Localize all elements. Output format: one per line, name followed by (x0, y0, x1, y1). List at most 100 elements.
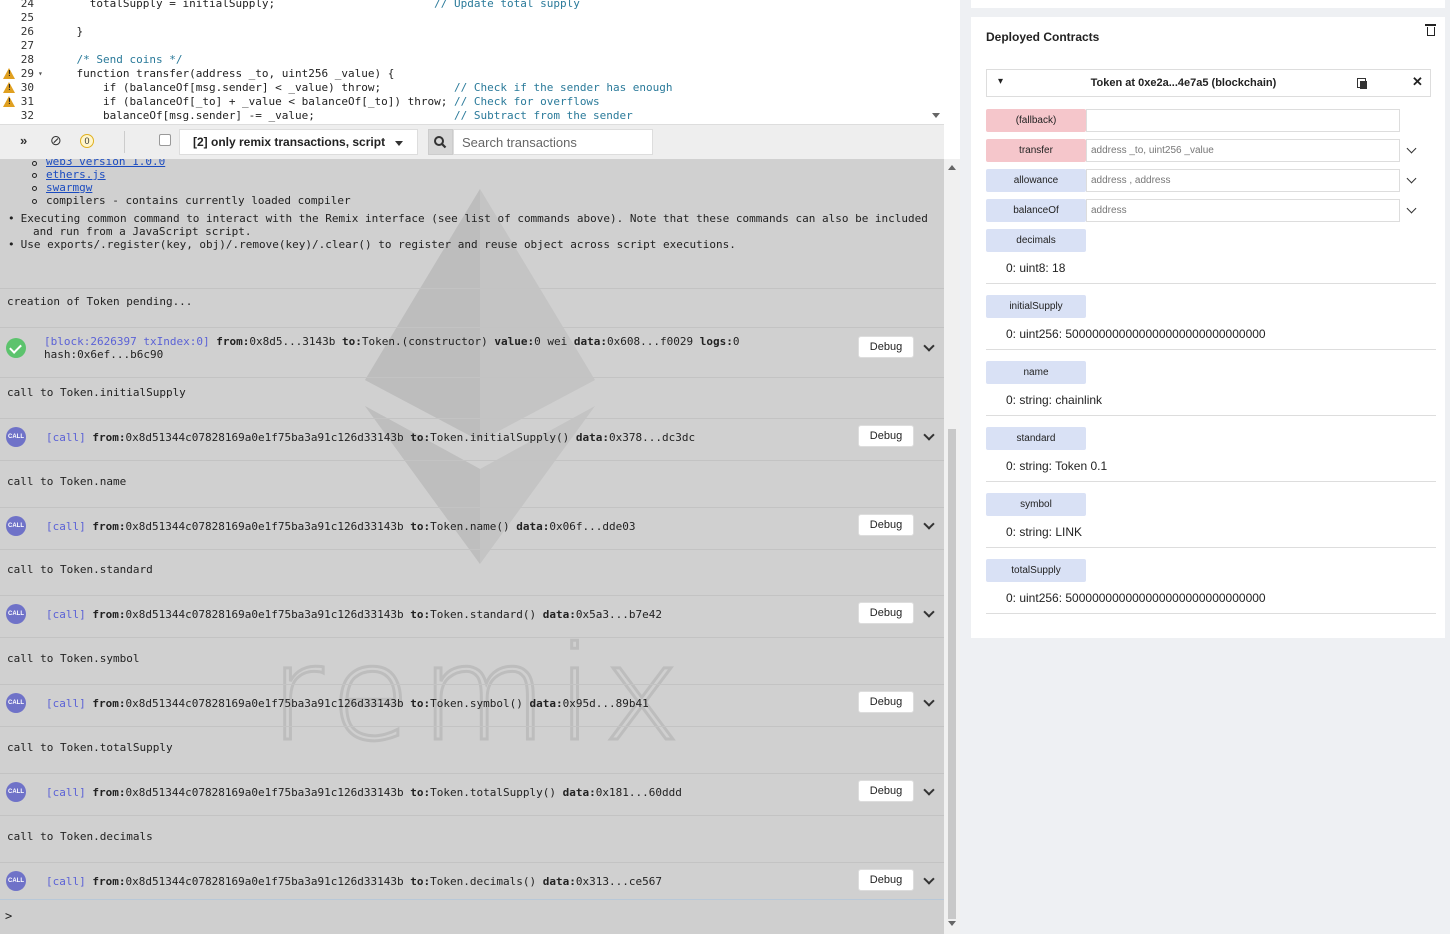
call-summary[interactable]: [call] from:0x8d51344c07828169a0e1f75ba3… (46, 697, 649, 710)
transaction-filter-dropdown[interactable]: [2] only remix transactions, script (179, 129, 418, 155)
getter-button-standard[interactable]: standard (986, 427, 1086, 450)
call-from: 0x8d51344c07828169a0e1f75ba3a91c126d3314… (125, 786, 404, 799)
expand-function-chevron-icon[interactable] (1406, 143, 1417, 154)
contract-instance-header[interactable]: ▾ Token at 0xe2a...4e7a5 (blockchain) ✕ (986, 69, 1431, 97)
creation-tx-summary[interactable]: [block:2626397 txIndex:0] from:0x8d5...3… (44, 335, 739, 348)
clear-console-icon[interactable]: ⊘ (50, 132, 62, 149)
terminal-log[interactable]: remix web3 version 1.0.0 ethers.js swarm… (0, 159, 944, 899)
call-data: 0x5a3...b7e42 (575, 608, 662, 621)
log-separator (0, 327, 944, 328)
function-args-input[interactable] (1086, 169, 1400, 192)
minimize-terminal-icon[interactable]: » (20, 133, 27, 148)
call-summary[interactable]: [call] from:0x8d51344c07828169a0e1f75ba3… (46, 786, 682, 799)
panel-card (971, 0, 1445, 8)
call-badge-icon: CALL (6, 871, 26, 891)
scroll-down-icon[interactable] (948, 921, 956, 926)
debug-button[interactable]: Debug (858, 691, 914, 713)
code-line[interactable]: 24 totalSupply = initialSupply; // Updat… (0, 0, 944, 11)
pending-message: creation of Token pending... (7, 295, 193, 308)
search-button[interactable] (428, 129, 453, 155)
getter-divider (986, 547, 1436, 548)
search-transactions-input[interactable] (453, 129, 653, 155)
getter-button-symbol[interactable]: symbol (986, 493, 1086, 516)
call-tag: [call] (46, 608, 86, 621)
expand-call-chevron-icon[interactable] (923, 606, 935, 618)
debug-button[interactable]: Debug (858, 336, 914, 358)
debug-button[interactable]: Debug (858, 425, 914, 447)
intro-compilers-text: compilers - contains currently loaded co… (46, 194, 351, 207)
expand-call-chevron-icon[interactable] (923, 695, 935, 707)
scrollbar-thumb[interactable] (948, 429, 956, 919)
scroll-down-icon[interactable] (932, 113, 940, 118)
log-separator (0, 288, 944, 289)
call-from: 0x8d51344c07828169a0e1f75ba3a91c126d3314… (125, 431, 404, 444)
getter-button-name[interactable]: name (986, 361, 1086, 384)
code-editor[interactable]: 24 totalSupply = initialSupply; // Updat… (0, 0, 944, 124)
code-line[interactable]: 25 (0, 11, 944, 25)
call-badge-icon: CALL (6, 693, 26, 713)
expand-function-chevron-icon[interactable] (1406, 173, 1417, 184)
code-line[interactable]: 31 if (balanceOf[_to] + _value < balance… (0, 95, 944, 109)
intro-link-item: ethers.js (32, 168, 106, 181)
function-args-input[interactable] (1086, 139, 1400, 162)
function-button-fallback[interactable]: (fallback) (986, 109, 1086, 132)
call-summary[interactable]: [call] from:0x8d51344c07828169a0e1f75ba3… (46, 520, 635, 533)
log-separator (0, 595, 944, 596)
expand-call-chevron-icon[interactable] (923, 518, 935, 530)
call-badge-icon: CALL (6, 782, 26, 802)
function-args-input[interactable] (1086, 199, 1400, 222)
ethers-link[interactable]: ethers.js (46, 168, 106, 181)
function-button-allowance[interactable]: allowance (986, 169, 1086, 192)
code-line[interactable]: 30 if (balanceOf[msg.sender] < _value) t… (0, 81, 944, 95)
call-data: 0x378...dc3dc (608, 431, 696, 444)
success-check-icon (6, 338, 26, 358)
debug-button[interactable]: Debug (858, 602, 914, 624)
terminal-command-line[interactable]: > (0, 899, 944, 934)
getter-result: 0: string: Token 0.1 (1006, 459, 1108, 473)
scroll-up-icon[interactable] (948, 165, 956, 170)
getter-button-initialSupply[interactable]: initialSupply (986, 295, 1086, 318)
tx-to: Token.(constructor) (361, 335, 488, 348)
debug-button[interactable]: Debug (858, 514, 914, 536)
function-args-input[interactable] (1086, 109, 1400, 132)
log-separator (0, 507, 944, 508)
code-line[interactable]: 27 (0, 39, 944, 53)
swarmgw-link[interactable]: swarmgw (46, 181, 92, 194)
call-summary[interactable]: [call] from:0x8d51344c07828169a0e1f75ba3… (46, 875, 662, 888)
tx-data: 0x608...f0029 (607, 335, 694, 348)
expand-function-chevron-icon[interactable] (1406, 203, 1417, 214)
copy-icon[interactable] (1357, 78, 1367, 89)
function-button-transfer[interactable]: transfer (986, 139, 1086, 162)
intro-bullet: • Executing common command to interact wi… (8, 212, 928, 225)
call-summary[interactable]: [call] from:0x8d51344c07828169a0e1f75ba3… (46, 431, 695, 444)
web3-link[interactable]: web3 version 1.0.0 (46, 159, 165, 168)
getter-result: 0: string: chainlink (1006, 393, 1103, 407)
getter-button-totalSupply[interactable]: totalSupply (986, 559, 1086, 582)
code-line[interactable]: 29 ▾ function transfer(address _to, uint2… (0, 67, 944, 81)
fold-caret-icon[interactable]: ▾ (38, 67, 43, 81)
listen-network-checkbox[interactable] (159, 134, 171, 146)
getter-button-decimals[interactable]: decimals (986, 229, 1086, 252)
call-badge-icon: CALL (6, 516, 26, 536)
expand-tx-chevron-icon[interactable] (923, 340, 935, 352)
debug-button[interactable]: Debug (858, 869, 914, 891)
debug-button[interactable]: Debug (858, 780, 914, 802)
intro-bullet-text: Executing common command to interact wit… (20, 212, 928, 225)
editor-scrollbar[interactable] (928, 0, 944, 124)
code-line[interactable]: 28 /* Send coins */ (0, 53, 944, 67)
trash-icon[interactable] (1425, 24, 1436, 36)
filter-dropdown-label: [2] only remix transactions, script (193, 135, 386, 149)
code-line[interactable]: 26 } (0, 25, 944, 39)
function-button-balanceOf[interactable]: balanceOf (986, 199, 1086, 222)
call-summary[interactable]: [call] from:0x8d51344c07828169a0e1f75ba3… (46, 608, 662, 621)
call-tag: [call] (46, 786, 86, 799)
expand-call-chevron-icon[interactable] (923, 873, 935, 885)
terminal-scrollbar[interactable] (944, 159, 960, 934)
code-line[interactable]: 32 balanceOf[msg.sender] -= _value; // S… (0, 109, 944, 123)
getter-divider (986, 481, 1436, 482)
close-icon[interactable]: ✕ (1412, 74, 1423, 90)
log-separator (0, 726, 944, 727)
from-label: from: (216, 335, 250, 348)
expand-call-chevron-icon[interactable] (923, 429, 935, 441)
expand-call-chevron-icon[interactable] (923, 784, 935, 796)
